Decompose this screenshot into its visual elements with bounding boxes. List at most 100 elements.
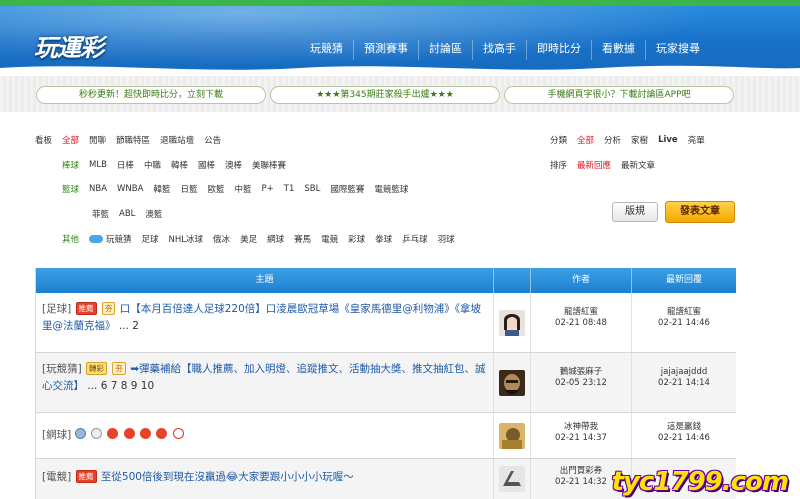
reply-user[interactable]: 這是贏錢 [632, 422, 736, 433]
reply-cell: 龍譜紅蜜 02-21 14:46 [632, 293, 736, 352]
avatar[interactable] [499, 422, 525, 449]
angry-face-icon [139, 428, 151, 439]
filter-basketball-nba[interactable]: NBA [89, 184, 107, 194]
topic-category[interactable]: [網球] [42, 429, 71, 441]
filter-baseball-npb[interactable]: 日棒 [117, 159, 134, 171]
sort-latest-post[interactable]: 最新文章 [621, 159, 655, 171]
filter-category-analysis[interactable]: 分析 [604, 134, 621, 146]
nav-item-stats[interactable]: 看數據 [591, 40, 645, 60]
filter-label-other: 其他 [62, 235, 80, 245]
filter-baseball-us[interactable]: 美聯棒賽 [252, 159, 286, 171]
table-row[interactable]: [網球] 冰神帶我 02-21 14:37 這是贏錢 02-21 14:46 [36, 413, 736, 459]
filter-basketball-pplus[interactable]: P+ [262, 184, 274, 194]
topic-title-link[interactable]: 至從500倍後到現在沒贏過😂大家要跟小小小小玩喔～ [101, 471, 354, 483]
header-topic: 主題 [36, 268, 494, 293]
topic-pages[interactable]: ... 2 [119, 320, 139, 332]
nav-item-predict[interactable]: 玩競猜 [300, 40, 353, 60]
filter-other-pingpong[interactable]: 乒乓球 [402, 233, 428, 245]
filter-other-horse[interactable]: 賽馬 [294, 233, 311, 245]
filter-row-basketball: 籃球 NBA WNBA 韓籃 日籃 歐籃 中籃 P+ T1 SBL 國際籃賽 電… [62, 182, 418, 196]
lottery-badge: 轉彩 [86, 362, 108, 375]
filter-category-tree[interactable]: 家樹 [631, 134, 648, 146]
main-nav: 玩競猜 預測賽事 討論區 找高手 即時比分 看數據 玩家搜尋 [300, 40, 710, 60]
filter-row-category: 分類 全部 分析 家樹 Live 亮單 [550, 133, 715, 147]
table-row[interactable]: [玩競猜] 轉彩 夯 ➡彈藥補給【職人推薦、加入明燈、追蹤推文、活動抽大獎、推文… [36, 353, 736, 413]
filter-row-basketball-2: 菲籃 ABL 澳籃 [92, 207, 172, 221]
header-author: 作者 [531, 268, 632, 293]
playsport-logo-icon [89, 235, 104, 243]
filter-baseball-cpbl[interactable]: 中職 [144, 159, 161, 171]
site-logo[interactable]: 玩運彩 [34, 28, 104, 63]
filter-baseball-mlb[interactable]: MLB [89, 160, 107, 170]
filter-basketball-euro[interactable]: 歐籃 [207, 183, 224, 195]
avatar[interactable] [499, 369, 525, 396]
nav-item-livescore[interactable]: 即時比分 [526, 40, 591, 60]
filter-baseball-kbo[interactable]: 韓棒 [171, 159, 188, 171]
filter-other-nfl[interactable]: 美足 [240, 233, 257, 245]
topic-cell: [足球] 推薦 夯 口【本月百倍達人足球220倍】口淩晨歐冠草場《皇家馬德里@利… [36, 293, 494, 352]
filter-basketball-kbl[interactable]: 韓籃 [153, 183, 170, 195]
filter-other-boxing[interactable]: 拳球 [375, 233, 392, 245]
nav-item-player-search[interactable]: 玩家搜尋 [645, 40, 710, 60]
nav-item-forecast[interactable]: 預測賽事 [353, 40, 418, 60]
table-row[interactable]: [足球] 推薦 夯 口【本月百倍達人足球220倍】口淩晨歐冠草場《皇家馬德里@利… [36, 293, 736, 353]
author-time: 02-05 23:12 [555, 378, 607, 388]
filter-category-live[interactable]: Live [658, 135, 678, 145]
author-name[interactable]: 龍譜紅蜜 [531, 307, 631, 318]
header-wave [0, 65, 800, 75]
filter-basketball-abl[interactable]: ABL [119, 209, 135, 219]
avatar[interactable] [499, 309, 525, 336]
ribbon-livescore-download[interactable]: 秒秒更新！超快即時比分，立刻下載 [36, 86, 266, 104]
reply-user[interactable]: jajajaajddd [632, 367, 736, 378]
topic-category[interactable]: [玩競猜] [42, 363, 82, 375]
filter-basketball-wnba[interactable]: WNBA [117, 184, 143, 194]
rules-button[interactable]: 版規 [612, 202, 658, 222]
filter-basketball-esports[interactable]: 電競籃球 [374, 183, 408, 195]
filter-basketball-jbl[interactable]: 日籃 [180, 183, 197, 195]
filter-other-predict[interactable]: 玩競猜 [106, 233, 132, 245]
author-name[interactable]: 鵝城張麻子 [531, 367, 631, 378]
angry-face-icon [107, 428, 119, 439]
avatar-cell [494, 459, 531, 499]
filter-basketball-sbl[interactable]: SBL [304, 184, 320, 194]
filter-other-nhl[interactable]: NHL冰球 [169, 233, 204, 245]
filter-label-baseball: 棒球 [62, 161, 80, 171]
filter-board-retired[interactable]: 退職站壇 [160, 134, 194, 146]
filter-basketball-pba[interactable]: 菲籃 [92, 208, 109, 220]
recommend-badge: 推薦 [75, 302, 97, 315]
author-name[interactable]: 冰神帶我 [531, 422, 631, 433]
ribbon-app-download[interactable]: 手機網頁字很小？下載討論區APP吧 [504, 86, 734, 104]
filter-board-special[interactable]: 節職特區 [116, 134, 150, 146]
filter-baseball-abl[interactable]: 澳棒 [225, 159, 242, 171]
topic-category[interactable]: [電競] [42, 471, 71, 483]
topic-category[interactable]: [足球] [42, 303, 71, 315]
avatar[interactable] [499, 466, 525, 492]
filter-other-tennis[interactable]: 網球 [267, 233, 284, 245]
filter-other-soccer[interactable]: 足球 [142, 233, 159, 245]
filter-other-khl[interactable]: 俄冰 [213, 233, 230, 245]
ribbon-bookie-killer[interactable]: ★★★第345期莊家殺手出爐★★★ [270, 86, 500, 104]
filter-other-esports[interactable]: 電競 [321, 233, 338, 245]
filter-board-notice[interactable]: 公告 [204, 134, 221, 146]
filter-basketball-cba[interactable]: 中籃 [235, 183, 252, 195]
nav-item-experts[interactable]: 找高手 [472, 40, 526, 60]
hot-badge: 夯 [112, 362, 126, 375]
filter-basketball-t1[interactable]: T1 [284, 184, 295, 194]
filter-board-chat[interactable]: 閒聊 [89, 134, 106, 146]
filter-other-badminton[interactable]: 羽球 [438, 233, 455, 245]
filter-category-bets[interactable]: 亮單 [688, 134, 705, 146]
topic-pages[interactable]: ... 6 7 8 9 10 [87, 380, 154, 392]
filter-other-lottery[interactable]: 彩球 [348, 233, 365, 245]
post-article-button[interactable]: 發表文章 [665, 201, 735, 223]
nav-item-forum[interactable]: 討論區 [418, 40, 472, 60]
sort-latest-reply[interactable]: 最新回應 [577, 159, 611, 171]
filter-baseball-intl[interactable]: 國棒 [198, 159, 215, 171]
filter-basketball-intl[interactable]: 國際籃賽 [330, 183, 364, 195]
topic-cell: [玩競猜] 轉彩 夯 ➡彈藥補給【職人推薦、加入明燈、追蹤推文、活動抽大獎、推文… [36, 353, 494, 412]
filter-category-all[interactable]: 全部 [577, 134, 594, 146]
filter-label-basketball: 籃球 [62, 185, 80, 195]
emoji-title[interactable] [74, 428, 186, 441]
filter-basketball-nbl[interactable]: 澳籃 [145, 208, 162, 220]
filter-board-all[interactable]: 全部 [62, 134, 79, 146]
reply-user[interactable]: 龍譜紅蜜 [632, 307, 736, 318]
